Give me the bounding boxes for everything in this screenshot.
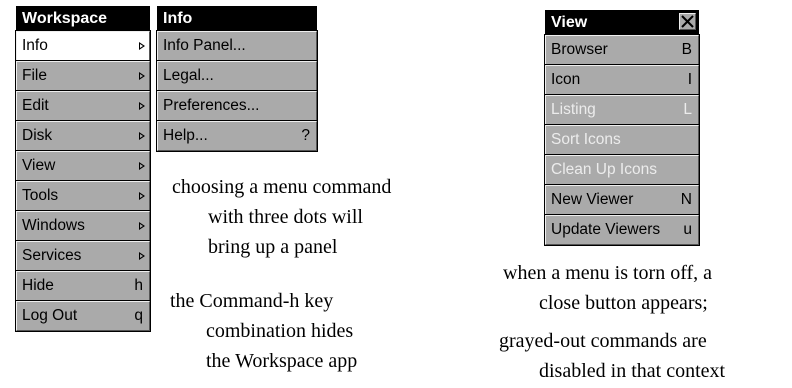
- menu-item-label: Edit: [22, 97, 49, 114]
- menu-item-update-viewers[interactable]: Update Viewers u: [544, 214, 700, 246]
- menu-item-hide[interactable]: Hide h: [15, 270, 151, 302]
- menu-item-tools[interactable]: Tools: [15, 180, 151, 212]
- menu-item-label: Update Viewers: [551, 221, 661, 238]
- menu-item-disk[interactable]: Disk: [15, 120, 151, 152]
- caption-line: when a menu is torn off, a: [503, 262, 713, 284]
- menu-item-browser[interactable]: Browser B: [544, 34, 700, 66]
- menu-item-icon[interactable]: Icon I: [544, 64, 700, 96]
- shortcut-key: u: [683, 221, 692, 238]
- menu-item-clean-up-icons: Clean Up Icons: [544, 154, 700, 186]
- caption-line: bring up a panel: [208, 236, 338, 258]
- menu-item-sort-icons: Sort Icons: [544, 124, 700, 156]
- menu-item-preferences[interactable]: Preferences...: [156, 90, 318, 122]
- menu-item-label: Log Out: [22, 307, 78, 324]
- menu-item-label: Listing: [551, 101, 596, 118]
- submenu-arrow-icon: [139, 222, 145, 230]
- caption-torn-off: when a menu is torn off, a close button …: [503, 258, 712, 318]
- submenu-arrow-icon: [139, 192, 145, 200]
- submenu-arrow-icon: [139, 252, 145, 260]
- menu-item-label: Tools: [22, 187, 59, 204]
- menu-item-label: Icon: [551, 71, 581, 88]
- menu-item-label: Info Panel...: [163, 37, 246, 54]
- menu-item-label: Browser: [551, 41, 608, 58]
- menu-item-label: Disk: [22, 127, 53, 144]
- menu-item-label: Sort Icons: [551, 131, 621, 148]
- shortcut-key: N: [680, 191, 692, 208]
- caption-line: grayed-out commands are: [499, 330, 707, 352]
- menu-item-help[interactable]: Help...?: [156, 120, 318, 152]
- menu-item-label: File: [22, 67, 47, 84]
- caption-line: choosing a menu command: [172, 176, 392, 198]
- menu-item-label: Help...: [163, 127, 208, 144]
- menu-item-new-viewer[interactable]: New Viewer N: [544, 184, 700, 216]
- view-menu-title: View: [545, 10, 699, 35]
- menu-item-label: New Viewer: [551, 191, 634, 208]
- shortcut-key: I: [687, 71, 692, 88]
- shortcut-key: L: [683, 101, 692, 118]
- menu-item-log-out[interactable]: Log Out q: [15, 300, 151, 332]
- menu-item-label: Legal...: [163, 67, 214, 84]
- menu-item-file[interactable]: File: [15, 60, 151, 92]
- shortcut-key: h: [134, 277, 143, 294]
- info-menu-title: Info: [157, 6, 317, 31]
- caption-panel: choosing a menu command with three dots …: [172, 172, 391, 262]
- menu-item-windows[interactable]: Windows: [15, 210, 151, 242]
- caption-line: with three dots will: [208, 206, 363, 228]
- shortcut-key: q: [134, 307, 143, 324]
- view-menu-title-label: View: [551, 14, 588, 31]
- caption-line: the Command-h key: [170, 290, 334, 312]
- menu-item-info[interactable]: Info: [15, 30, 151, 62]
- workspace-menu: Workspace Info File Edit Disk View Tools…: [15, 6, 151, 332]
- caption-grayed-out: grayed-out commands are disabled in that…: [499, 326, 725, 386]
- info-menu: Info Info Panel... Legal... Preferences.…: [156, 6, 318, 152]
- workspace-menu-title: Workspace: [16, 6, 150, 31]
- menu-item-label: Services: [22, 247, 82, 264]
- menu-item-legal[interactable]: Legal...: [156, 60, 318, 92]
- view-menu: View Browser B Icon I Listing L Sort Icons …: [544, 10, 700, 246]
- submenu-arrow-icon: [139, 162, 145, 170]
- menu-item-label: Preferences...: [163, 97, 260, 114]
- menu-item-listing: Listing L: [544, 94, 700, 126]
- menu-item-label: Info: [22, 37, 48, 54]
- close-button[interactable]: [679, 13, 696, 30]
- close-x-icon: [681, 15, 694, 28]
- menu-item-view[interactable]: View: [15, 150, 151, 182]
- menu-item-services[interactable]: Services: [15, 240, 151, 272]
- submenu-arrow-icon: [139, 72, 145, 80]
- menu-item-info-panel[interactable]: Info Panel...: [156, 30, 318, 62]
- shortcut-key: B: [681, 41, 692, 58]
- menu-item-label: Hide: [22, 277, 54, 294]
- menu-item-label: Clean Up Icons: [551, 161, 657, 178]
- caption-line: combination hides: [206, 320, 354, 342]
- shortcut-key: ?: [301, 127, 310, 144]
- menu-item-edit[interactable]: Edit: [15, 90, 151, 122]
- caption-line: the Workspace app: [206, 350, 358, 372]
- submenu-arrow-icon: [139, 102, 145, 110]
- caption-line: close button appears;: [539, 292, 708, 314]
- menu-item-label: Windows: [22, 217, 85, 234]
- menu-item-label: View: [22, 157, 56, 174]
- submenu-arrow-icon: [139, 132, 145, 140]
- submenu-arrow-icon: [139, 42, 145, 50]
- caption-hide: the Command-h key combination hides the …: [170, 286, 357, 376]
- caption-line: disabled in that context: [539, 360, 726, 382]
